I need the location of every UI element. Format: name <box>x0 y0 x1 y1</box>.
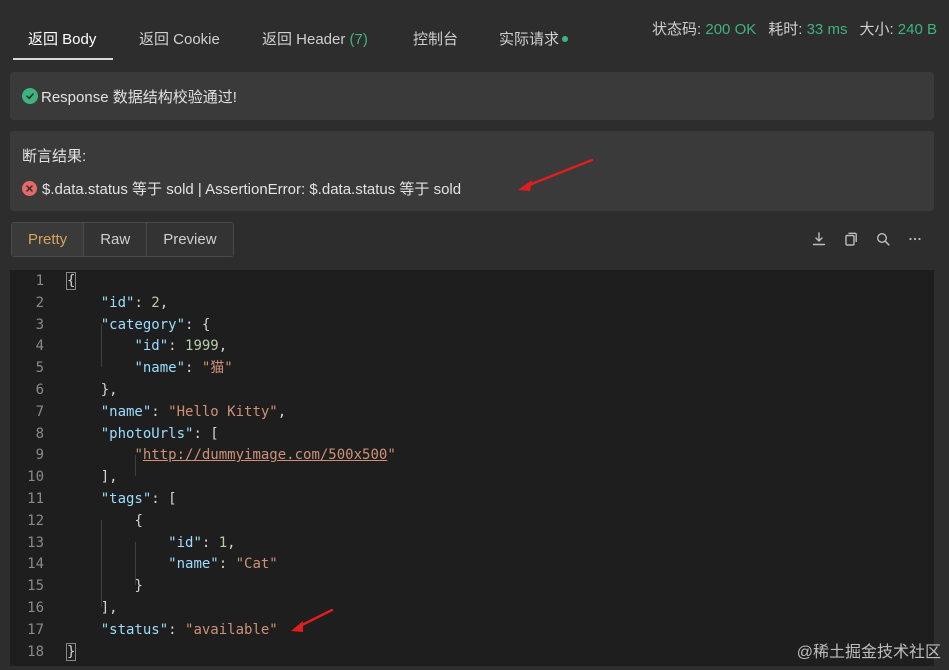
tab-console[interactable]: 控制台 <box>413 28 458 49</box>
more-icon[interactable] <box>906 230 924 248</box>
code-line: 14 "name": "Cat" <box>27 556 278 573</box>
code-line: 15 } <box>27 578 143 595</box>
status-dot-icon <box>562 36 569 43</box>
code-line: 7 "name": "Hello Kitty", <box>35 403 287 420</box>
code-line: 8 "photoUrls": [ <box>35 425 219 442</box>
tab-raw[interactable]: Raw <box>84 223 148 256</box>
code-line: 17 "status": "available" <box>27 621 278 638</box>
code-line: 3 "category": { <box>35 316 211 333</box>
response-panel: 返回 Body 返回 Cookie 返回 Header (7) 控制台 实际请求… <box>0 0 949 670</box>
code-line: 9 "http://dummyimage.com/500x500" <box>35 447 396 464</box>
code-line: 4 "id": 1999, <box>35 338 228 355</box>
download-icon[interactable] <box>810 230 828 248</box>
watermark: @稀土掘金技术社区 <box>796 644 941 661</box>
header-count-badge: (7) <box>349 31 368 48</box>
assertion-item: $.data.status 等于 sold | AssertionError: … <box>22 178 922 199</box>
tab-actual-request[interactable]: 实际请求 <box>499 28 569 49</box>
assertion-title: 断言结果: <box>22 148 87 165</box>
code-line: 12 { <box>27 512 143 529</box>
json-response-viewer[interactable]: 1{ 2 "id": 2, 3 "category": { 4 "id": 19… <box>10 270 934 666</box>
active-tab-indicator <box>13 58 113 60</box>
check-circle-icon <box>22 88 38 104</box>
code-line: 5 "name": "猫" <box>35 360 233 377</box>
annotation-arrow-icon <box>291 608 334 632</box>
tab-pretty[interactable]: Pretty <box>12 223 85 256</box>
code-line: 13 "id": 1, <box>27 534 236 551</box>
code-line: 10 ], <box>27 469 118 486</box>
code-line: 16 ], <box>27 600 118 616</box>
error-circle-icon <box>22 181 37 196</box>
assertion-message: $.data.status 等于 sold | AssertionError: … <box>42 181 462 198</box>
assertion-result: 断言结果: $.data.status 等于 sold | AssertionE… <box>10 131 934 211</box>
status-code: 200 OK <box>705 21 757 38</box>
tab-cookie[interactable]: 返回 Cookie <box>139 28 220 49</box>
code-line: 18} <box>27 642 77 661</box>
code-line: 6 }, <box>35 382 118 398</box>
code-line: 11 "tags": [ <box>27 491 177 507</box>
annotation-arrow-icon <box>518 158 594 191</box>
search-icon[interactable] <box>874 230 892 248</box>
view-mode-tabs: Pretty Raw Preview <box>11 222 234 257</box>
schema-message: Response 数据结构校验通过! <box>41 88 237 106</box>
tab-header[interactable]: 返回 Header (7) <box>262 28 368 49</box>
copy-icon[interactable] <box>842 230 860 248</box>
response-size: 240 B <box>897 21 937 38</box>
code-line: 2 "id": 2, <box>35 294 169 311</box>
code-line: 1{ <box>35 272 77 290</box>
tab-preview[interactable]: Preview <box>147 223 233 256</box>
response-time: 33 ms <box>806 21 848 38</box>
response-tab-bar: 返回 Body 返回 Cookie 返回 Header (7) 控制台 实际请求… <box>0 0 949 66</box>
schema-validation-result: Response 数据结构校验通过! <box>10 72 934 120</box>
response-toolbar <box>810 230 924 248</box>
tab-body[interactable]: 返回 Body <box>28 28 96 49</box>
photo-url-link[interactable]: http://dummyimage.com/500x500 <box>143 447 387 463</box>
response-stats: 状态码: 200 OK 耗时: 33 ms 大小: 240 B <box>652 21 937 38</box>
